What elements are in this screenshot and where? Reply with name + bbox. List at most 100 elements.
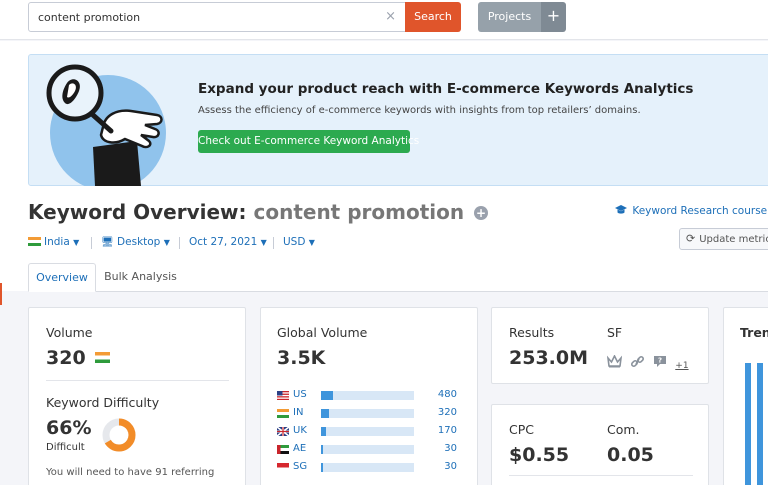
filter-divider — [179, 237, 180, 249]
currency-filter[interactable]: USD ▼ — [283, 236, 315, 248]
difficulty-donut — [102, 418, 136, 452]
country-code: SG — [293, 461, 308, 472]
india-flag-icon — [95, 352, 111, 363]
trend-bar — [745, 363, 751, 485]
tab-bar: Overview Bulk Analysis — [28, 263, 768, 292]
us-flag-icon — [277, 391, 289, 400]
country-bar — [321, 445, 414, 454]
promo-subtitle: Assess the efficiency of e-commerce keyw… — [198, 105, 641, 116]
serp-features-icons: ? +1 — [606, 353, 689, 371]
country-volume: 30 — [444, 461, 457, 472]
results-label: Results — [509, 325, 555, 340]
volume-number: 320 — [46, 347, 86, 369]
global-volume-card: Global Volume 3.5K US 480 IN 320 UK 170 … — [260, 307, 478, 485]
promo-cta-button[interactable]: Check out E-commerce Keyword Analytics — [198, 130, 419, 153]
tab-bulk-analysis[interactable]: Bulk Analysis — [98, 263, 183, 292]
graduation-cap-icon — [615, 205, 627, 214]
volume-value: 320 — [46, 347, 113, 369]
country-filter-label: India — [44, 236, 70, 248]
chevron-down-icon: ▼ — [73, 238, 80, 247]
singapore-flag-icon — [277, 463, 289, 472]
country-code: IN — [293, 407, 304, 418]
country-volume: 30 — [444, 443, 457, 454]
india-flag-icon — [28, 237, 41, 246]
divider — [46, 380, 229, 381]
country-code: UK — [293, 425, 307, 436]
country-bar-fill — [321, 463, 323, 472]
country-volume: 480 — [437, 389, 457, 400]
page-title-prefix: Keyword Overview: — [28, 200, 247, 224]
update-metrics-button[interactable]: ⟳Update metrics — [679, 228, 768, 250]
filter-divider — [91, 237, 92, 249]
search-button[interactable]: Search — [405, 2, 461, 32]
country-bar-fill — [321, 445, 323, 454]
add-project-icon[interactable]: + — [541, 2, 566, 32]
country-row[interactable]: AE 30 — [277, 443, 457, 457]
projects-button[interactable]: Projects — [478, 2, 541, 32]
country-code: US — [293, 389, 307, 400]
currency-filter-label: USD — [283, 236, 306, 248]
date-filter[interactable]: Oct 27, 2021 ▼ — [189, 236, 267, 248]
magnifier-illustration — [46, 64, 166, 186]
country-bar-fill — [321, 427, 326, 436]
country-row[interactable]: IN 320 — [277, 407, 457, 421]
serp-features-label: SF — [607, 325, 623, 340]
country-row[interactable]: US 480 — [277, 389, 457, 403]
country-bar — [321, 427, 414, 436]
india-flag-icon — [277, 409, 289, 418]
search-input-value: content promotion — [38, 11, 141, 24]
competition-label: Com. — [607, 422, 640, 437]
volume-label: Volume — [46, 325, 93, 340]
promo-title: Expand your product reach with E-commerc… — [198, 81, 694, 97]
search-input[interactable]: content promotion × — [28, 2, 406, 32]
faq-icon[interactable]: ? — [653, 355, 667, 368]
country-bar — [321, 409, 414, 418]
country-row[interactable]: UK 170 — [277, 425, 457, 439]
country-bar-fill — [321, 391, 334, 400]
global-volume-value: 3.5K — [277, 347, 326, 369]
svg-text:?: ? — [658, 357, 662, 365]
add-keyword-icon[interactable]: + — [474, 206, 489, 220]
course-link-label: Keyword Research course — [632, 205, 768, 217]
uae-flag-icon — [277, 445, 289, 454]
country-volume: 320 — [437, 407, 457, 418]
country-bar-fill — [321, 409, 330, 418]
country-bar — [321, 391, 414, 400]
country-volume: 170 — [437, 425, 457, 436]
cpc-card: CPC $0.55 Com. 0.05 — [491, 404, 709, 485]
crown-icon[interactable] — [606, 354, 623, 368]
uk-flag-icon — [277, 427, 289, 436]
serp-features-more[interactable]: +1 — [675, 361, 688, 371]
device-filter[interactable]: 🖥 Desktop ▼ — [101, 236, 170, 248]
keyword-difficulty-note: You will need to have 91 referring — [46, 467, 215, 478]
tab-overview[interactable]: Overview — [28, 263, 96, 292]
volume-card: Volume 320 Keyword Difficulty 66% Diffic… — [28, 307, 246, 485]
sidebar-active-marker — [0, 283, 2, 305]
date-filter-label: Oct 27, 2021 — [189, 236, 258, 248]
keyword-difficulty-level: Difficult — [46, 442, 85, 453]
cpc-value: $0.55 — [509, 444, 570, 466]
page-title: Keyword Overview: content promotion + — [28, 200, 489, 224]
country-filter[interactable]: India ▼ — [28, 236, 79, 248]
refresh-icon: ⟳ — [686, 232, 696, 245]
global-volume-label: Global Volume — [277, 325, 368, 340]
trend-bar — [757, 363, 763, 485]
keyword-research-course-link[interactable]: Keyword Research course — [615, 205, 767, 217]
promo-banner: Expand your product reach with E-commerc… — [28, 54, 768, 186]
keyword-difficulty-label: Keyword Difficulty — [46, 395, 160, 410]
chevron-down-icon: ▼ — [308, 238, 315, 247]
trend-label: Trend — [740, 325, 768, 340]
country-row[interactable]: SG 30 — [277, 461, 457, 475]
keyword-difficulty-value: 66% — [46, 417, 92, 439]
country-bar — [321, 463, 414, 472]
chevron-down-icon: ▼ — [260, 238, 267, 247]
clear-icon[interactable]: × — [385, 9, 396, 24]
device-filter-label: Desktop — [117, 236, 161, 248]
chevron-down-icon: ▼ — [163, 238, 170, 247]
page-title-keyword: content promotion — [253, 200, 465, 224]
trend-card: Trend — [723, 307, 768, 485]
update-metrics-label: Update metrics — [699, 234, 768, 245]
competition-value: 0.05 — [607, 444, 654, 466]
divider — [509, 475, 693, 476]
link-icon[interactable] — [630, 355, 645, 368]
